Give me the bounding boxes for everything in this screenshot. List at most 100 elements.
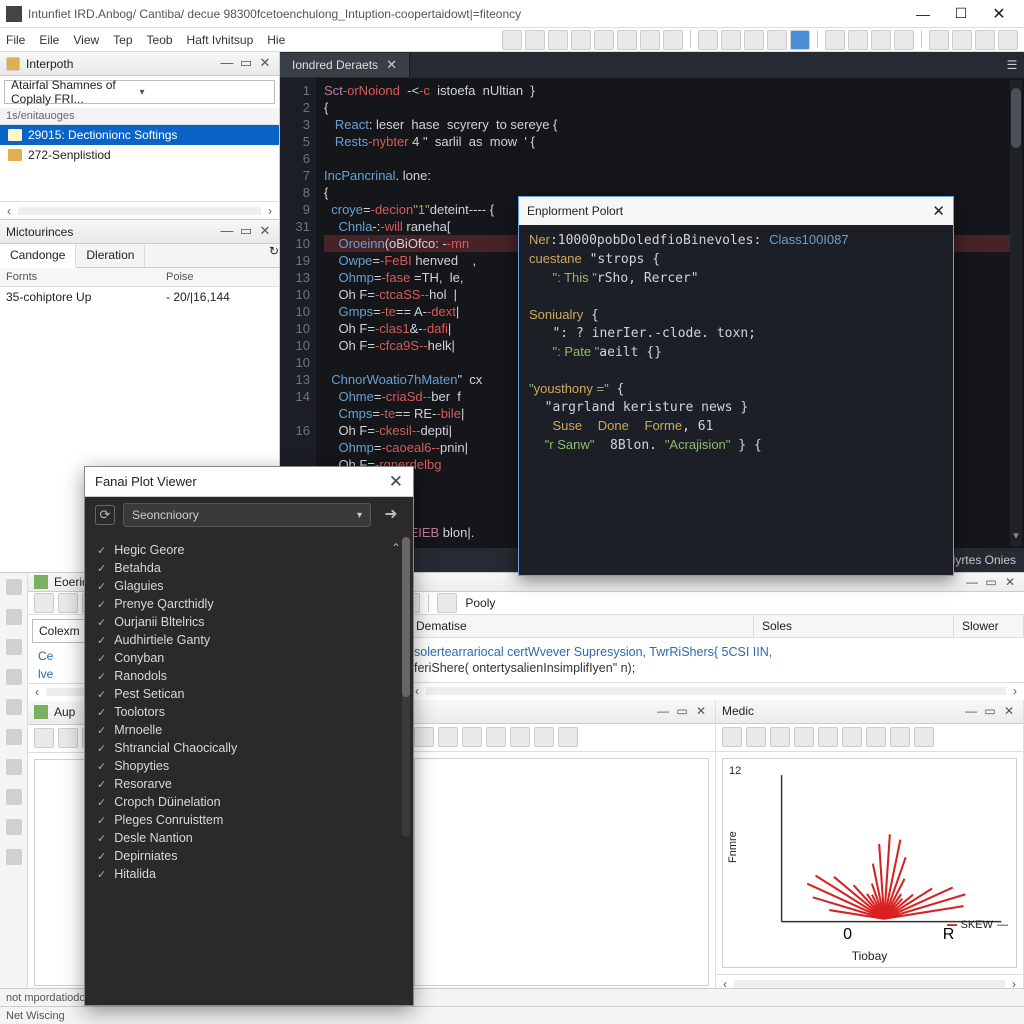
menu-haft[interactable]: Haft Ivhitsup [187, 33, 254, 47]
tree-item[interactable]: 29015: Dectionionc Softings [0, 125, 279, 145]
panel-minimize-icon[interactable]: — [963, 704, 979, 718]
scroll-right-icon[interactable]: › [1006, 684, 1024, 698]
side-icon[interactable] [6, 849, 22, 865]
tree-item[interactable]: 272-Senplistiod [0, 145, 279, 165]
side-icon[interactable] [6, 579, 22, 595]
minimize-button[interactable]: — [904, 0, 942, 27]
menu-eile[interactable]: Eile [39, 33, 59, 47]
menu-teob[interactable]: Teob [147, 33, 173, 47]
menu-file[interactable]: File [6, 33, 25, 47]
toolbar-icon[interactable] [842, 727, 862, 747]
grid-row[interactable]: 35-cohiptore Up - 20/|16,144 [0, 287, 279, 307]
fviewer-header[interactable]: Fanai Plot Viewer ✕ [85, 467, 413, 497]
side-icon[interactable] [6, 729, 22, 745]
toolbar-icon[interactable] [929, 30, 949, 50]
side-icon[interactable] [6, 609, 22, 625]
panel-restore-icon[interactable]: ▭ [674, 704, 690, 718]
fviewer-close-icon[interactable]: ✕ [389, 472, 403, 492]
panel-minimize-icon[interactable]: — [655, 704, 671, 718]
refresh-icon[interactable]: ↻ [269, 244, 279, 267]
toolbar-icon[interactable] [534, 727, 554, 747]
menu-hie[interactable]: Hie [267, 33, 285, 47]
fviewer-item[interactable]: ✓Glaguies [97, 577, 401, 595]
col[interactable]: Dematise [408, 615, 754, 637]
fviewer-item[interactable]: ✓Hegic Geore [97, 541, 391, 559]
fviewer-scroll[interactable] [402, 537, 410, 837]
scroll-track[interactable] [426, 687, 1006, 695]
panel-restore-icon[interactable]: ▭ [982, 704, 998, 718]
side-icon[interactable] [6, 759, 22, 775]
toolbar-icon[interactable] [502, 30, 522, 50]
toolbar-icon[interactable] [414, 727, 434, 747]
toolbar-icon[interactable] [794, 727, 814, 747]
tree-hscroll[interactable]: ‹› [0, 201, 279, 219]
panel-close-icon[interactable]: ✕ [1001, 704, 1017, 718]
toolbar-icon[interactable] [438, 727, 458, 747]
side-icon[interactable] [6, 699, 22, 715]
hscroll[interactable]: ‹› [408, 682, 1024, 700]
toolbar-icon[interactable] [462, 727, 482, 747]
toolbar-icon[interactable] [34, 728, 54, 748]
scroll-track[interactable] [734, 980, 1005, 988]
toolbar-icon[interactable] [914, 727, 934, 747]
toolbar-icon[interactable] [571, 30, 591, 50]
panel-restore-icon[interactable]: ▭ [983, 575, 999, 589]
editor-menu-icon[interactable]: ☰ [1000, 58, 1024, 72]
toolbar-icon[interactable] [617, 30, 637, 50]
toolbar-icon[interactable] [663, 30, 683, 50]
toolbar-icon[interactable] [998, 30, 1018, 50]
side-icon[interactable] [6, 669, 22, 685]
fviewer-item[interactable]: ✓Shtrancial Chaocically [97, 739, 401, 757]
fviewer-item[interactable]: ✓Shopyties [97, 757, 401, 775]
fviewer-item[interactable]: ✓Audhirtiele Ganty [97, 631, 401, 649]
fviewer-item[interactable]: ✓Hitalida [97, 865, 401, 883]
toolbar-icon[interactable] [871, 30, 891, 50]
toolbar-icon[interactable] [770, 727, 790, 747]
fviewer-item[interactable]: ✓Prenye Qarcthidly [97, 595, 401, 613]
toolbar-icon[interactable] [698, 30, 718, 50]
fviewer-search-input[interactable]: Seoncnioory▾ [123, 503, 371, 527]
toolbar-icon[interactable] [525, 30, 545, 50]
fviewer-item[interactable]: ✓Pleges Conruisttem [97, 811, 401, 829]
toolbar-icon[interactable] [510, 727, 530, 747]
col[interactable]: Slower [954, 615, 1024, 637]
fviewer-item[interactable]: ✓Pest Setican [97, 685, 401, 703]
menu-tep[interactable]: Tep [113, 33, 132, 47]
panel-close-icon[interactable]: ✕ [693, 704, 709, 718]
scroll-down-icon[interactable]: ▾ [1010, 529, 1022, 542]
popup-close-icon[interactable]: ✕ [932, 202, 945, 220]
toolbar-icon[interactable] [746, 727, 766, 747]
scroll-left-icon[interactable]: ‹ [28, 685, 46, 699]
tab-candonge[interactable]: Candonge [0, 244, 76, 268]
toolbar-icon[interactable] [825, 30, 845, 50]
fviewer-item[interactable]: ✓Ourjanii Bltelrics [97, 613, 401, 631]
refresh-icon[interactable]: ⟳ [95, 505, 115, 525]
toolbar-icon[interactable] [894, 30, 914, 50]
popup-header[interactable]: Enplorment Polort ✕ [519, 197, 953, 225]
toolbar-icon[interactable] [548, 30, 568, 50]
toolbar-icon[interactable] [767, 30, 787, 50]
editor-tab[interactable]: Iondred Deraets✕ [280, 53, 410, 77]
toolbar-icon[interactable] [975, 30, 995, 50]
fviewer-item[interactable]: ✓Mrnoelle [97, 721, 401, 739]
panel-close-icon[interactable]: ✕ [257, 56, 273, 72]
scroll-track[interactable] [18, 207, 261, 215]
scroll-thumb[interactable] [402, 537, 410, 697]
col[interactable]: Soles [754, 615, 954, 637]
toolbar-icon[interactable] [58, 728, 78, 748]
toolbar-icon[interactable] [866, 727, 886, 747]
scroll-right-icon[interactable]: › [261, 204, 279, 218]
scroll-thumb[interactable] [1011, 88, 1021, 148]
fviewer-item[interactable]: ✓Ranodols [97, 667, 401, 685]
toolbar-icon[interactable] [34, 593, 54, 613]
fviewer-item[interactable]: ✓Depirniates [97, 847, 401, 865]
editor-vscroll[interactable]: ▾ [1010, 80, 1022, 546]
fviewer-item[interactable]: ✓Resorarve [97, 775, 401, 793]
toolbar-icon[interactable] [58, 593, 78, 613]
toolbar-icon[interactable] [640, 30, 660, 50]
toolbar-icon[interactable] [437, 593, 457, 613]
panel-restore-icon[interactable]: ▭ [238, 224, 254, 240]
fviewer-item[interactable]: ✓Desle Nantion [97, 829, 401, 847]
toolbar-icon[interactable] [848, 30, 868, 50]
toolbar-icon[interactable] [818, 727, 838, 747]
